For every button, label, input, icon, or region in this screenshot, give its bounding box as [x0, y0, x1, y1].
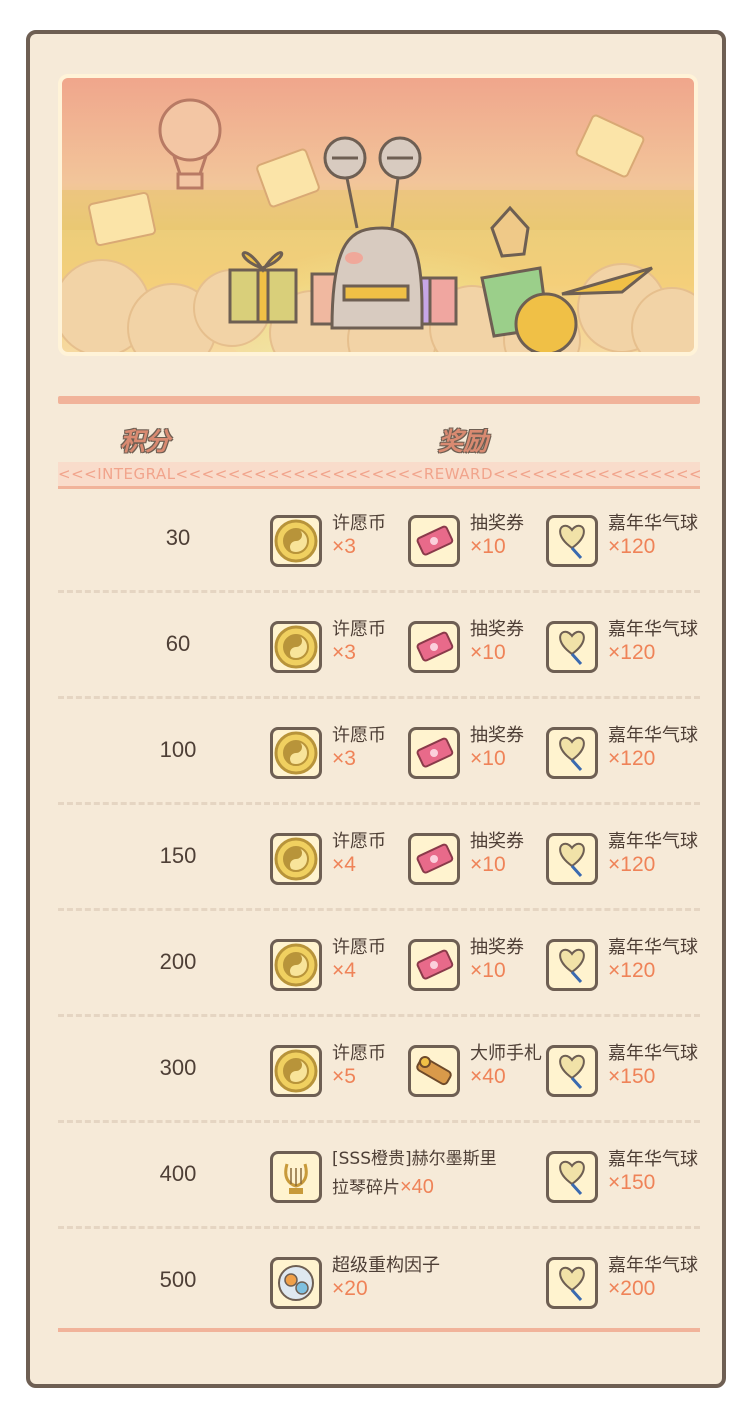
score-value: 500	[159, 1267, 197, 1292]
top-accent-bar	[58, 396, 700, 404]
score-value: 100	[159, 737, 197, 762]
carnival-balloon-icon	[546, 939, 598, 991]
reward-row: 300 许愿币 ×5 大师手札 ×40 嘉年华气球 ×150	[58, 1017, 700, 1123]
reward-card: 积分 奖励 <<<INTEGRAL<<<<<<<<<<<<<<<<<<<REWA…	[26, 30, 726, 1388]
reward-row: 100 许愿币 ×3 抽奖券 ×10 嘉年华气球 ×120	[58, 699, 700, 805]
reward-quantity: ×10	[470, 853, 506, 876]
reward-name-multiline: [SSS橙贵]赫尔墨斯里 拉琴碎片×40	[332, 1145, 497, 1202]
reward-quantity: ×3	[332, 641, 356, 664]
snail-gifts-illustration	[62, 78, 694, 352]
reward-quantity: ×10	[470, 535, 506, 558]
reward-quantity: ×20	[332, 1277, 368, 1300]
reward-name: [SSS橙贵]赫尔墨斯里	[332, 1149, 497, 1169]
reward-name: 嘉年华气球	[608, 725, 698, 746]
reward-row: 400 [SSS橙贵]赫尔墨斯里 拉琴碎片×40 嘉年华气球 ×150	[58, 1123, 700, 1229]
reward-quantity: ×120	[608, 641, 656, 664]
reward-name: 许愿币	[332, 831, 386, 852]
reward-quantity: ×5	[332, 1065, 356, 1088]
reward-quantity: ×3	[332, 535, 356, 558]
reward-quantity: ×40	[400, 1176, 434, 1198]
reward-quantity: ×120	[608, 747, 656, 770]
reward-name: 嘉年华气球	[608, 513, 698, 534]
score-value: 150	[159, 843, 197, 868]
reward-name: 嘉年华气球	[608, 937, 698, 958]
lottery-ticket-icon	[408, 621, 460, 673]
reward-name: 嘉年华气球	[608, 1255, 698, 1276]
carnival-balloon-icon	[546, 621, 598, 673]
score-value: 400	[159, 1161, 197, 1186]
carnival-balloon-icon	[546, 1045, 598, 1097]
reward-name: 抽奖券	[470, 725, 524, 746]
column-subheader-strip: <<<INTEGRAL<<<<<<<<<<<<<<<<<<<REWARD<<<<…	[58, 462, 700, 489]
reward-quantity: ×120	[608, 535, 656, 558]
score-value: 200	[159, 949, 197, 974]
event-banner	[58, 74, 698, 356]
carnival-balloon-icon	[546, 515, 598, 567]
score-value: 60	[165, 631, 191, 656]
reward-row: 30 许愿币 ×3 抽奖券 ×10 嘉年华气球 ×120	[58, 487, 700, 593]
wish-coin-icon	[270, 515, 322, 567]
wish-coin-icon	[270, 621, 322, 673]
lottery-ticket-icon	[408, 727, 460, 779]
lottery-ticket-icon	[408, 833, 460, 885]
reward-name: 许愿币	[332, 725, 386, 746]
reward-quantity: ×200	[608, 1277, 656, 1300]
lottery-ticket-icon	[408, 515, 460, 567]
reward-quantity: ×120	[608, 959, 656, 982]
reward-quantity: ×10	[470, 959, 506, 982]
wish-coin-icon	[270, 939, 322, 991]
bottom-accent-bar	[58, 1328, 700, 1332]
reward-name: 嘉年华气球	[608, 619, 698, 640]
reward-quantity: ×10	[470, 641, 506, 664]
reward-quantity: ×4	[332, 853, 356, 876]
reward-name: 抽奖券	[470, 831, 524, 852]
reward-name: 抽奖券	[470, 513, 524, 534]
score-value: 30	[165, 525, 191, 550]
score-value: 300	[159, 1055, 197, 1080]
reward-name: 抽奖券	[470, 619, 524, 640]
carnival-balloon-icon	[546, 833, 598, 885]
lyre-fragment-icon	[270, 1151, 322, 1203]
reward-row: 200 许愿币 ×4 抽奖券 ×10 嘉年华气球 ×120	[58, 911, 700, 1017]
reward-row: 500 超级重构因子 ×20 嘉年华气球 ×200	[58, 1229, 700, 1335]
reward-quantity: ×120	[608, 853, 656, 876]
reward-row: 150 许愿币 ×4 抽奖券 ×10 嘉年华气球 ×120	[58, 805, 700, 911]
reward-name: 大师手札	[470, 1043, 542, 1064]
carnival-balloon-icon	[546, 727, 598, 779]
reconstruction-factor-icon	[270, 1257, 322, 1309]
reward-quantity: ×3	[332, 747, 356, 770]
reward-quantity: ×150	[608, 1171, 656, 1194]
reward-quantity: ×150	[608, 1065, 656, 1088]
wish-coin-icon	[270, 727, 322, 779]
reward-quantity: ×10	[470, 747, 506, 770]
wish-coin-icon	[270, 1045, 322, 1097]
reward-name: 抽奖券	[470, 937, 524, 958]
lottery-ticket-icon	[408, 939, 460, 991]
wish-coin-icon	[270, 833, 322, 885]
reward-name: 许愿币	[332, 513, 386, 534]
reward-name: 许愿币	[332, 619, 386, 640]
reward-name: 超级重构因子	[332, 1255, 440, 1276]
reward-name: 嘉年华气球	[608, 1149, 698, 1170]
reward-name: 许愿币	[332, 1043, 386, 1064]
reward-row: 60 许愿币 ×3 抽奖券 ×10 嘉年华气球 ×120	[58, 593, 700, 699]
master-notes-icon	[408, 1045, 460, 1097]
carnival-balloon-icon	[546, 1151, 598, 1203]
reward-column-header: 奖励	[438, 427, 489, 456]
reward-name: 拉琴碎片	[332, 1178, 400, 1198]
reward-name: 嘉年华气球	[608, 831, 698, 852]
score-column-header: 积分	[120, 427, 171, 456]
reward-quantity: ×40	[470, 1065, 506, 1088]
reward-name: 嘉年华气球	[608, 1043, 698, 1064]
reward-quantity: ×4	[332, 959, 356, 982]
carnival-balloon-icon	[546, 1257, 598, 1309]
reward-name: 许愿币	[332, 937, 386, 958]
reward-name-line2: 拉琴碎片×40	[332, 1173, 497, 1202]
